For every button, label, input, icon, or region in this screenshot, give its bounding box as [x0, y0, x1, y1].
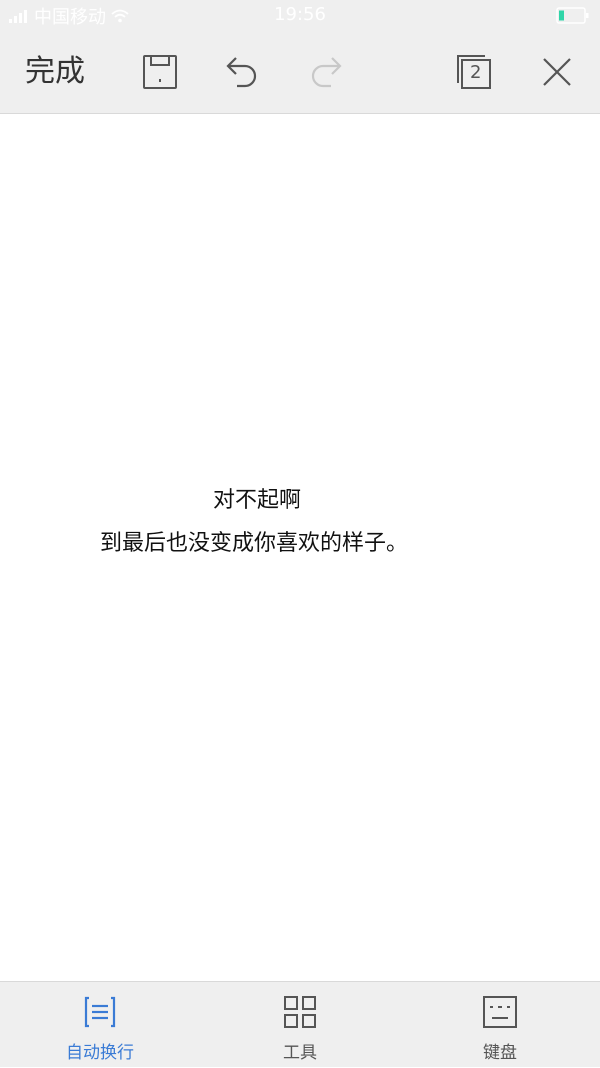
tools-button[interactable]: 工具 — [200, 982, 400, 1068]
keyboard-label: 键盘 — [483, 1043, 517, 1063]
close-button[interactable] — [537, 52, 577, 92]
status-bar: 中国移动 19:56 — [0, 0, 600, 32]
text-editor-area[interactable]: 对不起啊 到最后也没变成你喜欢的样子。 — [0, 115, 600, 981]
undo-icon — [226, 57, 257, 88]
pages-button[interactable]: 2 — [454, 52, 494, 92]
redo-icon — [311, 57, 342, 88]
bottom-toolbar: 自动换行 工具 键盘 — [0, 981, 600, 1067]
text-line-1: 对不起啊 — [213, 488, 302, 513]
save-icon — [143, 55, 177, 89]
page-count: 2 — [470, 62, 482, 83]
editor-toolbar: 完成 2 — [0, 32, 600, 114]
keyboard-icon — [483, 996, 517, 1028]
auto-wrap-button[interactable]: 自动换行 — [0, 982, 200, 1068]
status-time: 19:56 — [274, 4, 326, 25]
close-icon — [543, 58, 571, 86]
text-line-2: 到最后也没变成你喜欢的样子。 — [100, 531, 409, 556]
wrap-text-icon — [84, 996, 116, 1028]
auto-wrap-label: 自动换行 — [66, 1043, 134, 1063]
redo-button[interactable] — [306, 52, 346, 92]
grid-icon — [284, 996, 316, 1028]
save-button[interactable] — [140, 52, 180, 92]
tools-label: 工具 — [283, 1043, 317, 1063]
battery-icon — [556, 7, 590, 30]
keyboard-button[interactable]: 键盘 — [400, 982, 600, 1068]
done-button[interactable]: 完成 — [25, 52, 85, 92]
undo-button[interactable] — [222, 52, 262, 92]
